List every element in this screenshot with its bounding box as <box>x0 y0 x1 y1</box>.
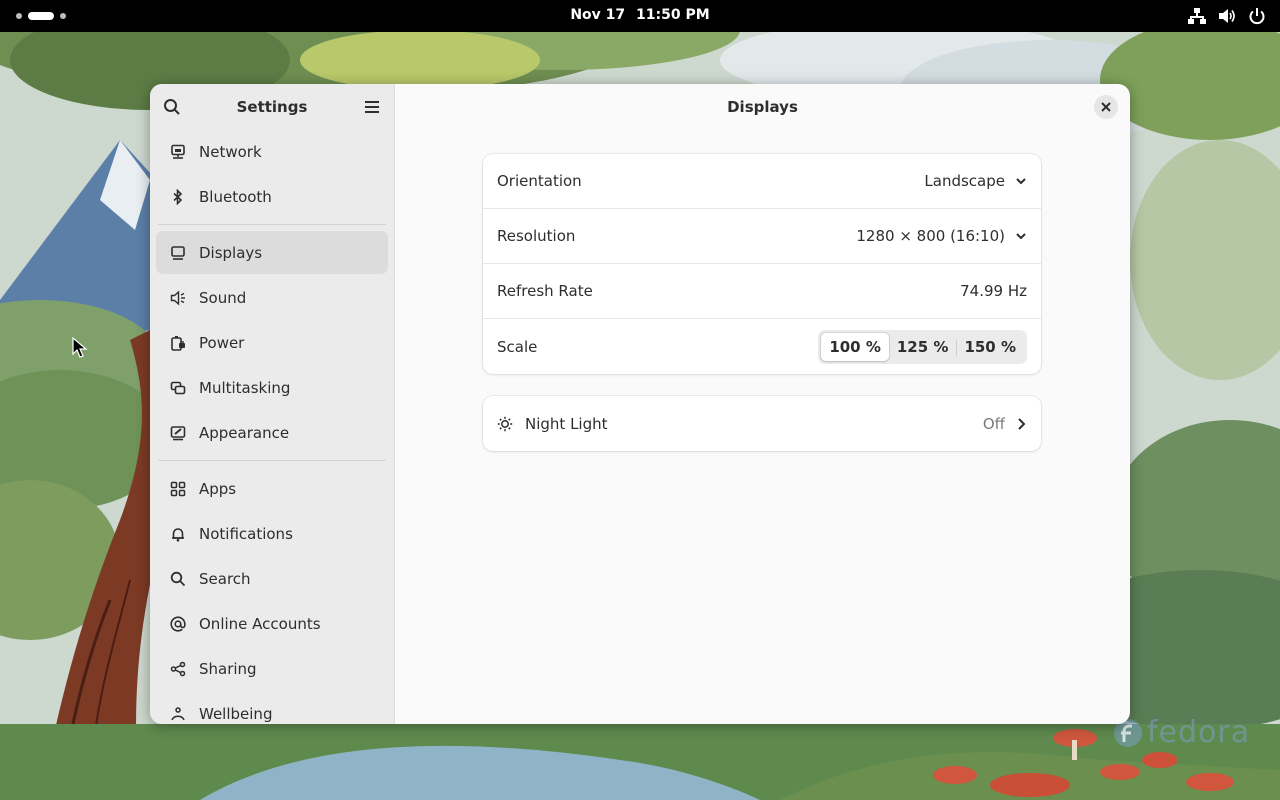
sidebar-title: Settings <box>236 98 308 116</box>
sidebar-separator <box>158 460 386 461</box>
sidebar-item-displays[interactable]: Displays <box>156 231 388 274</box>
sidebar-item-search[interactable]: Search <box>156 557 388 600</box>
night-light-label: Night Light <box>525 414 608 433</box>
network-wired-icon <box>170 144 186 160</box>
wellbeing-icon <box>170 706 186 722</box>
system-tray[interactable] <box>1188 7 1266 25</box>
sidebar-list: Network Bluetooth Displays Sound Power M… <box>150 130 394 724</box>
sidebar-item-apps[interactable]: Apps <box>156 467 388 510</box>
sidebar-item-label: Multitasking <box>199 378 291 397</box>
scale-option-125[interactable]: 125 % <box>888 333 957 361</box>
scale-option-150[interactable]: 150 % <box>956 333 1024 361</box>
clock-date: Nov 17 <box>570 7 626 23</box>
scale-toggle-group: 100 % 125 % 150 % <box>818 329 1027 364</box>
battery-plug-icon <box>170 335 186 351</box>
sidebar-item-label: Power <box>199 333 245 352</box>
sidebar: Settings Network Bluetooth Displays Soun… <box>150 84 395 724</box>
apps-grid-icon <box>170 481 186 497</box>
sidebar-item-sharing[interactable]: Sharing <box>156 647 388 690</box>
sidebar-item-appearance[interactable]: Appearance <box>156 411 388 454</box>
chevron-right-icon <box>1018 417 1026 430</box>
refresh-rate-row: Refresh Rate 74.99 Hz <box>483 264 1041 319</box>
sidebar-item-label: Sharing <box>199 659 257 678</box>
sidebar-header: Settings <box>150 84 394 130</box>
sidebar-item-power[interactable]: Power <box>156 321 388 364</box>
share-icon <box>170 661 186 677</box>
search-icon <box>170 571 186 587</box>
volume-icon <box>1219 9 1235 23</box>
hamburger-menu-icon[interactable] <box>362 97 382 117</box>
night-light-card: Night Light Off <box>483 396 1041 451</box>
mouse-cursor-icon <box>72 337 88 358</box>
sidebar-item-label: Sound <box>199 288 247 307</box>
display-icon <box>170 245 186 261</box>
resolution-dropdown[interactable]: 1280 × 800 (16:10) <box>856 227 1027 245</box>
sidebar-item-label: Notifications <box>199 524 293 543</box>
sidebar-item-label: Wellbeing <box>199 704 273 723</box>
network-wired-icon <box>1188 8 1206 24</box>
sidebar-item-label: Appearance <box>199 423 290 442</box>
clock-time: 11:50 PM <box>636 7 710 23</box>
sidebar-item-multitasking[interactable]: Multitasking <box>156 366 388 409</box>
bell-icon <box>170 526 186 542</box>
night-light-row[interactable]: Night Light Off <box>483 396 1041 451</box>
sidebar-item-network[interactable]: Network <box>156 130 388 173</box>
orientation-row[interactable]: Orientation Landscape <box>483 154 1041 209</box>
at-sign-icon <box>170 615 186 632</box>
sidebar-item-bluetooth[interactable]: Bluetooth <box>156 175 388 218</box>
top-bar: Nov 17 11:50 PM <box>0 0 1280 32</box>
sidebar-item-label: Online Accounts <box>199 614 321 633</box>
scale-label: Scale <box>497 337 538 356</box>
display-settings-card: Orientation Landscape Resolution 1280 × … <box>483 154 1041 374</box>
sidebar-item-wellbeing[interactable]: Wellbeing <box>156 692 388 724</box>
night-light-icon <box>497 416 513 431</box>
sidebar-item-label: Bluetooth <box>199 187 272 206</box>
clock[interactable]: Nov 17 11:50 PM <box>0 7 1280 23</box>
power-icon <box>1249 8 1265 25</box>
sidebar-item-online-accounts[interactable]: Online Accounts <box>156 602 388 645</box>
sidebar-item-label: Network <box>199 142 262 161</box>
displays-panel: Displays Orientation Landscape Resolutio… <box>395 84 1130 724</box>
sidebar-item-notifications[interactable]: Notifications <box>156 512 388 555</box>
resolution-label: Resolution <box>497 227 576 245</box>
orientation-label: Orientation <box>497 172 582 190</box>
scale-option-100[interactable]: 100 % <box>821 332 889 361</box>
speaker-icon <box>170 289 186 306</box>
night-light-value: Off <box>982 414 1005 433</box>
close-icon <box>1101 102 1111 112</box>
resolution-row[interactable]: Resolution 1280 × 800 (16:10) <box>483 209 1041 264</box>
sidebar-item-label: Apps <box>199 479 237 498</box>
sidebar-item-label: Displays <box>199 243 263 262</box>
sidebar-item-label: Search <box>199 569 251 588</box>
night-light-status: Off <box>983 415 1027 433</box>
close-button[interactable] <box>1094 95 1118 119</box>
scale-row: Scale 100 % 125 % 150 % <box>483 319 1041 374</box>
appearance-icon <box>170 425 186 441</box>
sidebar-item-sound[interactable]: Sound <box>156 276 388 319</box>
settings-window: Settings Network Bluetooth Displays Soun… <box>150 84 1130 724</box>
page-title: Displays <box>727 98 798 116</box>
chevron-down-icon <box>1016 178 1026 185</box>
orientation-dropdown[interactable]: Landscape <box>924 172 1027 190</box>
refresh-rate-label: Refresh Rate <box>497 282 593 300</box>
bluetooth-icon <box>170 188 186 205</box>
resolution-value: 1280 × 800 (16:10) <box>856 227 1005 245</box>
refresh-rate-value: 74.99 Hz <box>960 282 1027 300</box>
sidebar-separator <box>158 224 386 225</box>
chevron-down-icon <box>1016 233 1026 240</box>
multitasking-icon <box>170 380 186 396</box>
fedora-watermark: fedora <box>1113 715 1250 750</box>
orientation-value: Landscape <box>924 172 1005 190</box>
fedora-wordmark: fedora <box>1147 715 1251 750</box>
